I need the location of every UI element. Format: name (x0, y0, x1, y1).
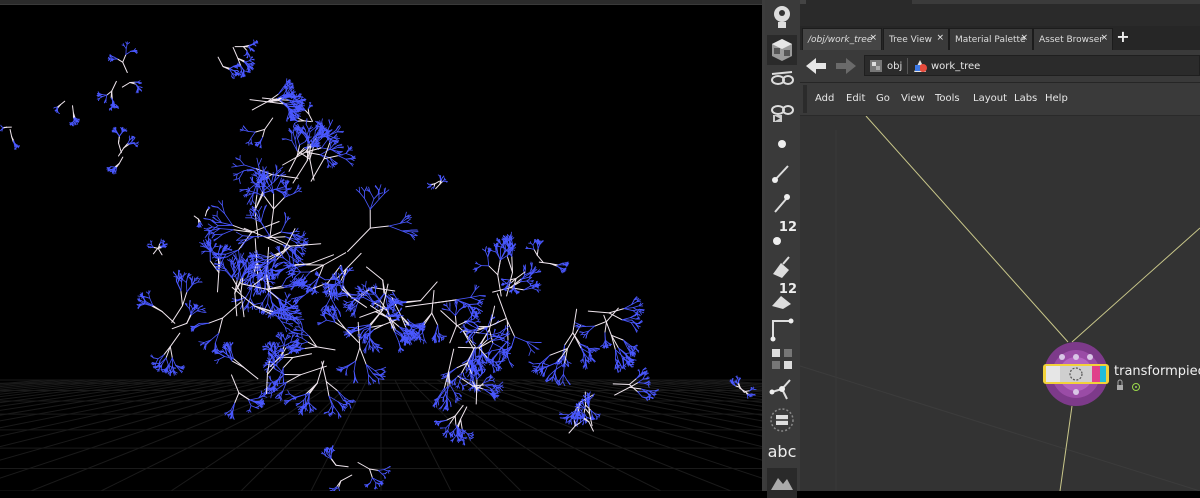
node-template-flag[interactable] (1092, 366, 1100, 382)
node-output-connector[interactable] (1073, 389, 1079, 395)
node-input-connector[interactable] (1087, 354, 1093, 360)
view-tool-icon[interactable] (767, 64, 797, 94)
viewport-scene (0, 0, 762, 491)
close-icon[interactable]: × (1100, 33, 1108, 43)
curve-tool-icon[interactable] (767, 158, 797, 188)
menu-help[interactable]: Help (1045, 93, 1068, 104)
paint-tool-icon[interactable] (767, 252, 797, 282)
lock-icon (1117, 385, 1123, 390)
breadcrumb-work-tree[interactable]: work_tree (913, 58, 980, 74)
grid-snap-tool-icon[interactable] (767, 344, 797, 374)
input-wire[interactable] (1072, 228, 1200, 342)
close-icon[interactable]: × (1020, 33, 1028, 43)
count-badge: 12 (779, 282, 797, 297)
menu-edit[interactable]: Edit (846, 93, 865, 104)
output-wire[interactable] (1060, 406, 1072, 491)
render-view-tool-icon[interactable] (767, 96, 797, 126)
menu-labs[interactable]: Labs (1014, 93, 1037, 104)
close-icon[interactable]: × (869, 33, 877, 43)
node-display-flag[interactable] (1100, 366, 1106, 382)
header-bar (912, 0, 1200, 4)
shelf-toolbar: 12 12 abc (765, 0, 801, 491)
network-editor: /obj/work_tree × Tree View × Material Pa… (800, 0, 1200, 491)
forward-arrow-icon[interactable] (834, 56, 858, 76)
background-wire (800, 366, 1200, 491)
menu-layout[interactable]: Layout (973, 93, 1007, 104)
geometry-object-icon (913, 59, 927, 73)
back-arrow-icon[interactable] (804, 56, 828, 76)
close-icon[interactable]: × (936, 33, 944, 43)
menu-go[interactable]: Go (876, 93, 890, 104)
point-count-tool-icon[interactable]: 12 (767, 220, 797, 250)
count-badge: 12 (779, 220, 797, 235)
tree-branches (0, 40, 756, 491)
network-canvas[interactable]: transformpiec (800, 116, 1200, 491)
select-tool-icon[interactable] (767, 35, 797, 65)
menu-view[interactable]: View (901, 93, 925, 104)
menu-bar: Add Edit Go View Tools Layout Labs Help (800, 83, 1200, 116)
node-input-connector[interactable] (1073, 354, 1079, 360)
input-wire[interactable] (866, 116, 1068, 342)
polygon-count-tool-icon[interactable]: 12 (767, 282, 797, 312)
node-input-connector[interactable] (1059, 354, 1065, 360)
point-tool-icon[interactable] (767, 128, 797, 158)
network-graph (800, 116, 1200, 491)
path-bar: obj work_tree (800, 50, 1200, 83)
breadcrumb-separator (907, 58, 908, 74)
node-name-label: transformpiec (1114, 364, 1200, 379)
tab-tree-view[interactable]: Tree View × (883, 28, 949, 50)
header-handle (800, 0, 806, 4)
viewport-3d[interactable] (0, 0, 762, 491)
menu-grip[interactable] (803, 85, 807, 113)
connect-tool-icon[interactable] (767, 374, 797, 404)
menu-add[interactable]: Add (815, 93, 834, 104)
path-field[interactable]: obj work_tree (864, 55, 1200, 76)
breadcrumb-obj[interactable]: obj (869, 58, 902, 74)
obj-context-icon (869, 59, 883, 73)
bezier-tool-icon[interactable] (767, 314, 797, 344)
tab-material-palette[interactable]: Material Palette × (949, 28, 1033, 50)
add-tab-button[interactable]: + (1116, 28, 1130, 48)
tab-asset-browser[interactable]: Asset Browser × (1033, 28, 1113, 50)
text-tool-icon[interactable]: abc (767, 436, 797, 466)
terrain-tool-icon[interactable] (767, 468, 797, 498)
pane-header-strip (800, 0, 1200, 26)
hand-tool-icon[interactable] (767, 2, 797, 32)
pane-tab-bar: /obj/work_tree × Tree View × Material Pa… (800, 26, 1200, 51)
tab-obj-work-tree[interactable]: /obj/work_tree × (802, 28, 882, 50)
menu-tools[interactable]: Tools (935, 93, 960, 104)
box-tool-icon[interactable] (767, 405, 797, 435)
draw-tool-icon[interactable] (767, 188, 797, 218)
